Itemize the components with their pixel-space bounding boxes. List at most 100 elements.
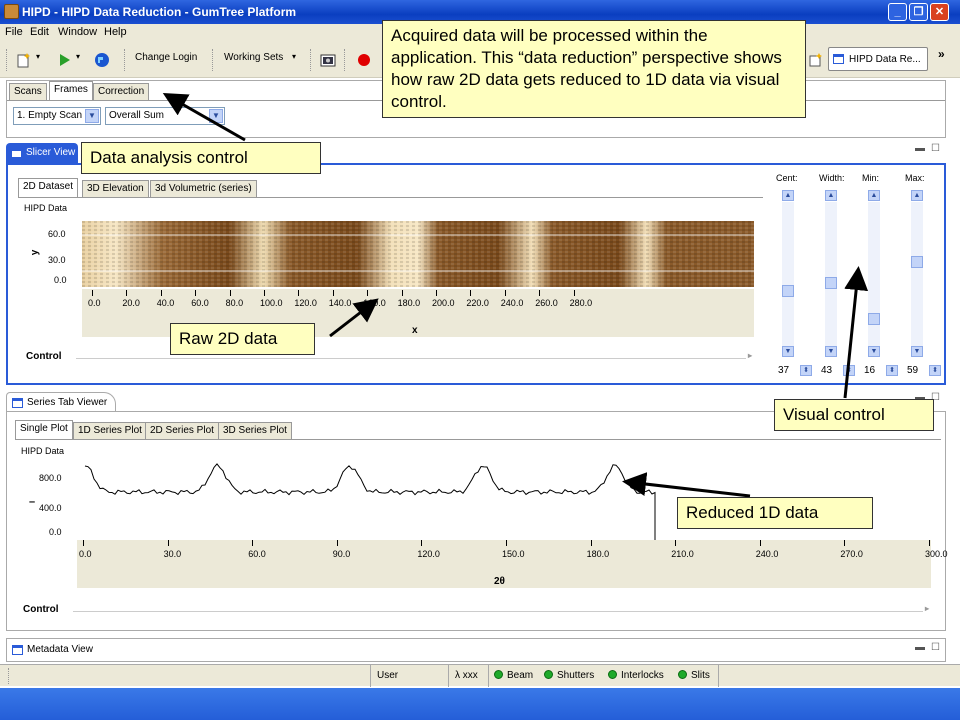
- tab-2d-series[interactable]: 2D Series Plot: [145, 422, 219, 439]
- x-tick-label: 180.0: [397, 298, 421, 308]
- slicer-plot-title: HIPD Data: [24, 203, 68, 213]
- working-sets-dropdown-icon[interactable]: ▾: [292, 52, 296, 61]
- status-slits-label: Slits: [691, 670, 710, 681]
- y-tick-label: 400.0: [39, 503, 62, 513]
- menu-file[interactable]: File: [5, 26, 23, 38]
- slider-down-button[interactable]: ▼: [911, 346, 923, 357]
- slider-track[interactable]: [825, 202, 837, 346]
- slider-value-spinner[interactable]: 16 ⬍: [864, 363, 906, 379]
- control-label: Control: [23, 604, 59, 615]
- slider-thumb[interactable]: [911, 256, 923, 269]
- spinner-arrows-icon[interactable]: ⬍: [886, 365, 898, 376]
- x-tick-mark: [92, 290, 93, 296]
- x-tick-label: 200.0: [432, 298, 455, 308]
- status-bar: User λ xxx Beam Shutters Interlocks Slit…: [0, 664, 960, 687]
- record-icon[interactable]: [356, 52, 372, 68]
- x-axis-label: 2θ: [494, 576, 505, 587]
- view-icon: [12, 398, 23, 408]
- chevron-down-icon: ▼: [85, 109, 99, 123]
- tab-1d-series[interactable]: 1D Series Plot: [73, 422, 147, 439]
- slider-up-button[interactable]: ▲: [825, 190, 837, 201]
- tab-correction[interactable]: Correction: [93, 83, 150, 100]
- slicer-view-tab[interactable]: Slicer View: [6, 143, 78, 163]
- status-lambda: λ xxx: [455, 670, 478, 681]
- spinner-arrows-icon[interactable]: ⬍: [843, 365, 855, 376]
- slider-value: 37: [778, 365, 790, 376]
- menu-window[interactable]: Window: [58, 26, 97, 38]
- menu-help[interactable]: Help: [104, 26, 127, 38]
- slider-value-spinner[interactable]: 43 ⬍: [821, 363, 863, 379]
- raw-2d-callout: Raw 2D data: [170, 323, 315, 355]
- slider-thumb[interactable]: [868, 312, 880, 325]
- minimize-button[interactable]: _: [888, 3, 907, 21]
- globe-icon[interactable]: [94, 52, 110, 68]
- x-tick-label: 100.0: [260, 298, 283, 308]
- menu-edit[interactable]: Edit: [30, 26, 49, 38]
- slider-thumb[interactable]: [782, 285, 794, 298]
- status-shutters-label: Shutters: [557, 670, 595, 681]
- control-label: Control: [26, 351, 62, 362]
- slider-up-button[interactable]: ▲: [868, 190, 880, 201]
- slider-value-spinner[interactable]: 37 ⬍: [778, 363, 820, 379]
- x-tick-mark: [167, 540, 169, 546]
- status-beam-label: Beam: [507, 670, 534, 681]
- x-tick-label: 120.0: [294, 298, 317, 308]
- slicer-control-bar[interactable]: Control ▸: [26, 351, 756, 367]
- tab-frames[interactable]: Frames: [49, 81, 93, 100]
- slicer-tabs: 2D Dataset 3D Elevation 3d Volumetric (s…: [18, 178, 418, 198]
- tab-3d-volumetric[interactable]: 3d Volumetric (series): [150, 180, 257, 197]
- close-button[interactable]: ✕: [930, 3, 949, 21]
- change-login-button[interactable]: Change Login: [135, 52, 197, 63]
- slicer-view: 2D Dataset 3D Elevation 3d Volumetric (s…: [6, 163, 946, 385]
- y-tick-label: 30.0: [48, 255, 66, 265]
- data-analysis-callout: Data analysis control: [81, 142, 321, 174]
- expand-control-icon: ▸: [925, 604, 930, 613]
- spinner-arrows-icon[interactable]: ⬍: [800, 365, 812, 376]
- restore-button[interactable]: ❐: [909, 3, 928, 21]
- perspective-switcher[interactable]: HIPD Data Re...: [828, 47, 928, 71]
- x-tick-mark: [298, 290, 300, 296]
- spinner-arrows-icon[interactable]: ⬍: [929, 365, 941, 376]
- slider-track[interactable]: [911, 202, 923, 346]
- series-control-bar[interactable]: Control ▸: [23, 604, 933, 620]
- run-icon[interactable]: [56, 52, 72, 68]
- x-tick-mark: [83, 540, 84, 546]
- run-dropdown-icon[interactable]: ▾: [76, 52, 80, 61]
- status-led-icon: [544, 670, 553, 679]
- new-wizard-icon[interactable]: [16, 52, 32, 68]
- maximize-view-button[interactable]: ☐: [931, 642, 940, 653]
- frame-select[interactable]: Overall Sum ▼: [105, 107, 225, 125]
- slider-up-button[interactable]: ▲: [782, 190, 794, 201]
- x-tick-label: 20.0: [122, 298, 140, 308]
- scan-select[interactable]: 1. Empty Scan ▼: [13, 107, 101, 125]
- tab-2d-dataset[interactable]: 2D Dataset: [18, 178, 79, 197]
- tab-3d-series[interactable]: 3D Series Plot: [218, 422, 292, 439]
- new-dropdown-icon[interactable]: ▾: [36, 52, 40, 61]
- camera-icon[interactable]: [320, 52, 336, 68]
- x-tick-mark: [367, 290, 369, 296]
- slider-up-button[interactable]: ▲: [911, 190, 923, 201]
- slider-down-button[interactable]: ▼: [782, 346, 794, 357]
- status-slits: Slits: [678, 670, 710, 681]
- minimize-view-button[interactable]: ▬: [915, 642, 925, 653]
- perspective-label: HIPD Data Re...: [849, 54, 921, 65]
- slider-down-button[interactable]: ▼: [868, 346, 880, 357]
- tab-single-plot[interactable]: Single Plot: [15, 420, 73, 439]
- metadata-view[interactable]: Metadata View ▬ ☐: [6, 638, 946, 662]
- y-tick-label: 0.0: [54, 275, 67, 285]
- slider-track[interactable]: [782, 202, 794, 346]
- working-sets-button[interactable]: Working Sets: [224, 52, 283, 63]
- open-perspective-icon[interactable]: [808, 52, 824, 68]
- minimize-view-button[interactable]: ▬: [915, 143, 925, 154]
- maximize-view-button[interactable]: ☐: [931, 143, 940, 154]
- slider-thumb[interactable]: [825, 277, 837, 290]
- series-view-title: Series Tab Viewer: [27, 397, 108, 408]
- tab-scans[interactable]: Scans: [9, 83, 47, 100]
- slider-down-button[interactable]: ▼: [825, 346, 837, 357]
- x-tick-mark: [264, 290, 265, 296]
- toolbar-overflow-button[interactable]: »: [938, 47, 945, 61]
- series-view-tab[interactable]: Series Tab Viewer: [6, 392, 116, 412]
- slider-value-spinner[interactable]: 59 ⬍: [907, 363, 949, 379]
- tab-3d-elevation[interactable]: 3D Elevation: [82, 180, 149, 197]
- status-divider: [718, 665, 719, 687]
